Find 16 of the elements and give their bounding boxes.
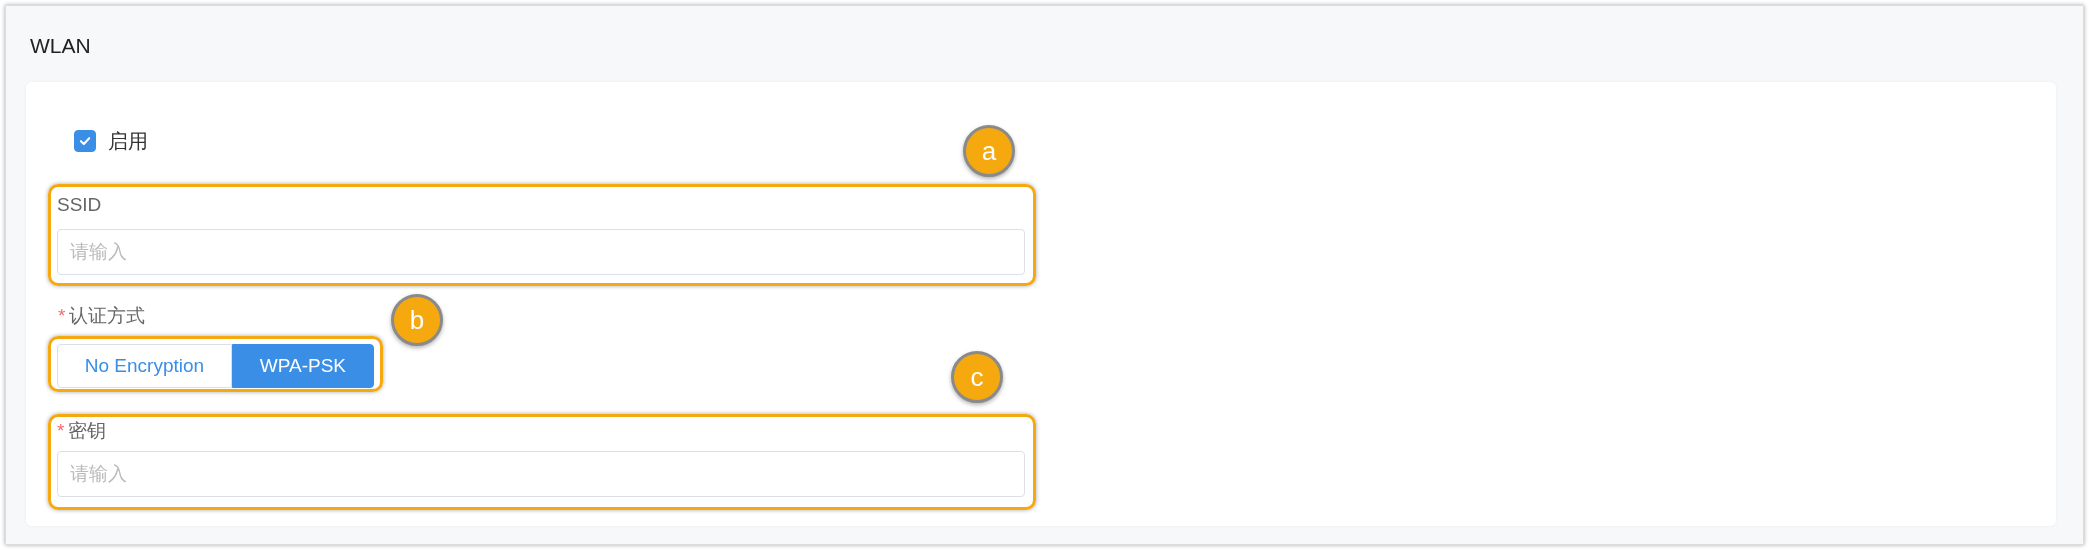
- checkbox-label: 启用: [108, 128, 148, 154]
- callout-badge: b: [391, 294, 443, 346]
- segment-button[interactable]: No Encryption: [57, 344, 232, 388]
- field-label: SSID: [57, 194, 102, 216]
- key-field[interactable]: 请输入: [57, 451, 1025, 497]
- required-mark: *: [58, 305, 66, 327]
- field-label: 密钥: [68, 419, 107, 443]
- checkbox[interactable]: [74, 130, 96, 152]
- required-mark: *: [57, 420, 65, 442]
- checkmark-icon: [78, 134, 92, 148]
- callout-badge: a: [963, 125, 1015, 177]
- section-title: WLAN: [30, 34, 92, 59]
- field-label: 认证方式: [69, 304, 146, 328]
- segment-button[interactable]: WPA-PSK: [231, 344, 374, 388]
- ssid-field[interactable]: 请输入: [57, 229, 1025, 275]
- callout-badge: c: [951, 351, 1003, 403]
